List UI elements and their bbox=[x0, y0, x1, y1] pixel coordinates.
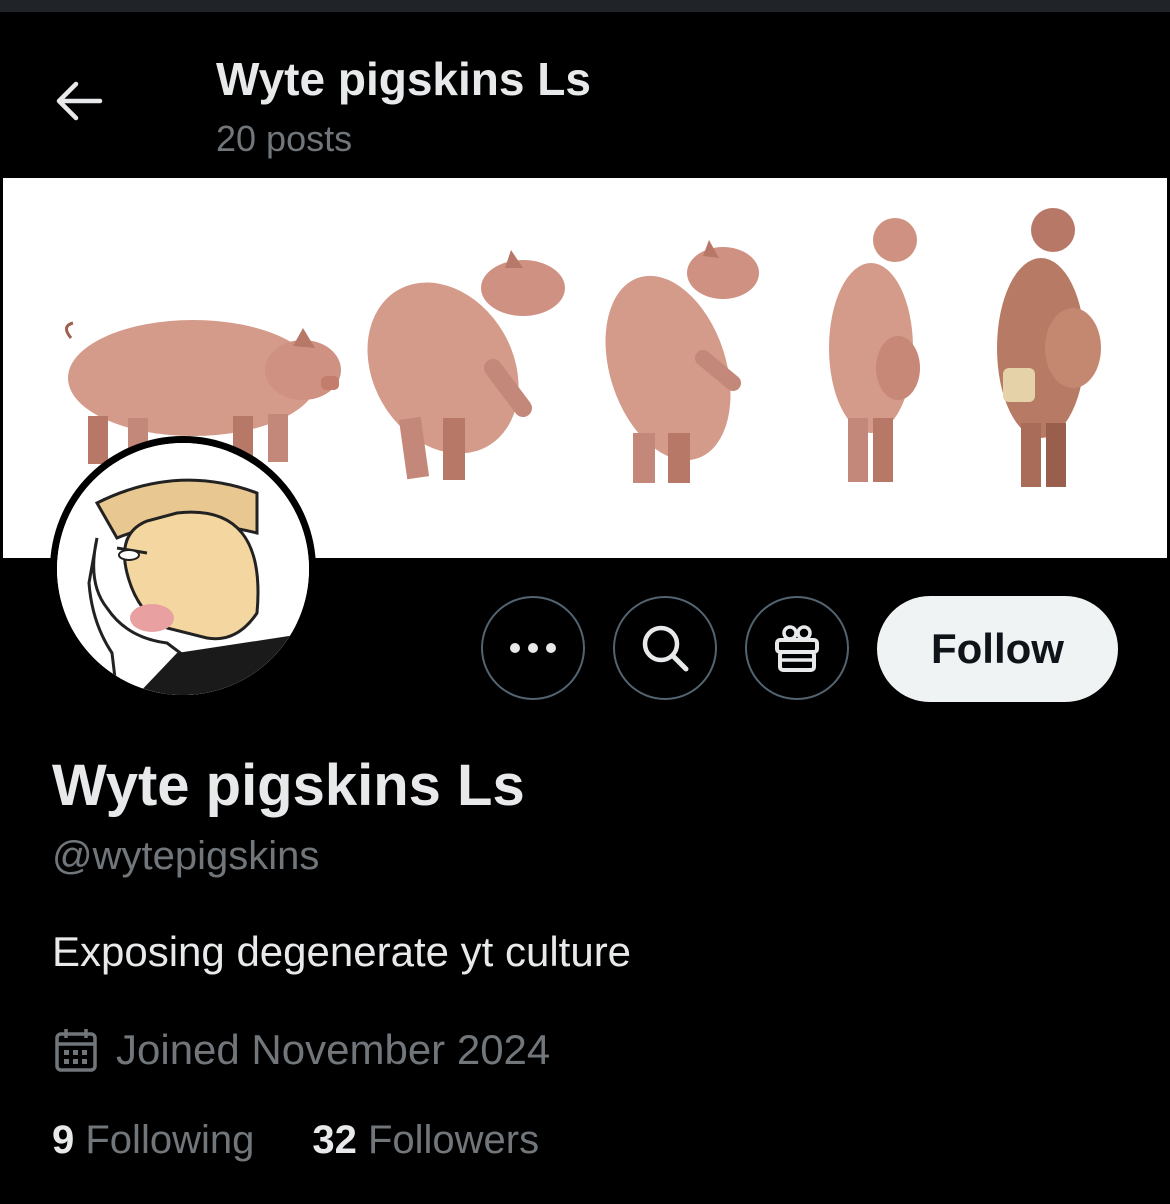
avatar[interactable] bbox=[50, 436, 316, 702]
joined-text: Joined November 2024 bbox=[116, 1026, 551, 1073]
following-link[interactable]: 9 Following bbox=[52, 1118, 254, 1163]
follow-button[interactable]: Follow bbox=[877, 596, 1118, 702]
profile-bio: Exposing degenerate yt culture bbox=[52, 928, 632, 975]
header-title: Wyte pigskins Ls bbox=[216, 53, 591, 105]
pig-figure-2 bbox=[367, 250, 565, 480]
profile-header: Wyte pigskins Ls 20 posts bbox=[0, 12, 1170, 172]
followers-label: Followers bbox=[367, 1118, 540, 1162]
pig-figure-3 bbox=[605, 240, 759, 483]
gift-icon bbox=[775, 625, 819, 672]
more-icon bbox=[510, 643, 556, 653]
followers-link[interactable]: 32 Followers bbox=[312, 1118, 539, 1163]
following-count: 9 bbox=[52, 1118, 75, 1162]
gift-button[interactable] bbox=[745, 596, 849, 700]
arrow-left-icon bbox=[56, 81, 103, 121]
display-name: Wyte pigskins Ls bbox=[52, 753, 525, 818]
man-figure-5 bbox=[997, 208, 1101, 487]
post-count: 20 posts bbox=[216, 118, 353, 159]
search-button[interactable] bbox=[613, 596, 717, 700]
avatar-image bbox=[57, 443, 309, 695]
status-strip bbox=[0, 0, 1170, 12]
followers-count: 32 bbox=[312, 1118, 357, 1162]
cartoon-face-avatar-icon bbox=[57, 443, 309, 695]
back-button[interactable] bbox=[50, 72, 108, 130]
joined-date: Joined November 2024 bbox=[52, 1022, 550, 1078]
follow-stats: 9 Following 32 Followers bbox=[52, 1118, 539, 1163]
user-handle: @wytepigskins bbox=[52, 834, 320, 878]
man-figure-4 bbox=[829, 218, 920, 482]
more-button[interactable] bbox=[481, 596, 585, 700]
search-icon bbox=[642, 625, 689, 672]
calendar-icon bbox=[55, 1029, 97, 1072]
following-label: Following bbox=[85, 1118, 255, 1162]
